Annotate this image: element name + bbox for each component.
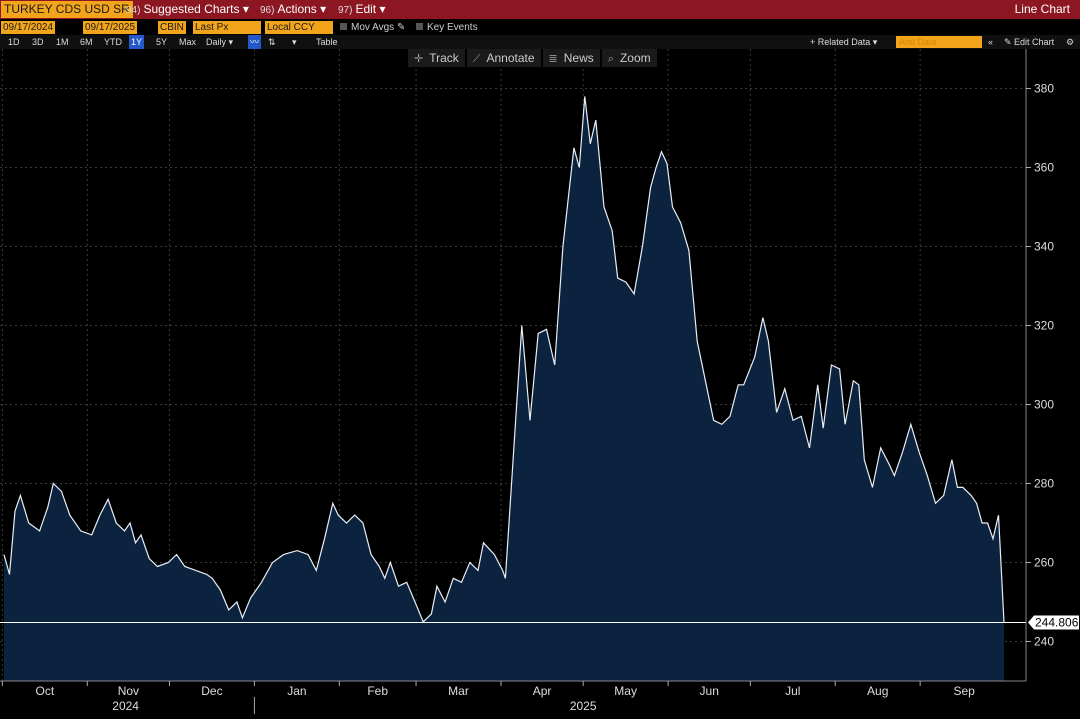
crosshair-icon: ✛ <box>414 53 424 65</box>
x-tick-label: May <box>614 684 637 698</box>
year-label: 2024 <box>112 699 139 713</box>
price-chart[interactable]: 240 260 280 300 320 340 360 380 244.806 Oct Nov Dec… <box>0 0 1080 719</box>
x-tick-label: Oct <box>35 684 54 698</box>
zoom-button[interactable]: ⌕ Zoom <box>601 49 657 67</box>
news-icon: ≣ <box>548 53 558 65</box>
news-button[interactable]: ≣ News <box>542 49 600 67</box>
x-tick-label: Apr <box>533 684 552 698</box>
x-tick-label: Mar <box>448 684 469 698</box>
y-tick-label: 300 <box>1034 398 1054 412</box>
annotate-button[interactable]: ⟋ Annotate <box>466 49 541 67</box>
x-tick-label: Sep <box>953 684 975 698</box>
x-tick-label: Dec <box>201 684 222 698</box>
track-button[interactable]: ✛ Track <box>408 49 465 67</box>
y-tick-label: 280 <box>1034 477 1054 491</box>
x-tick-label: Nov <box>118 684 139 698</box>
y-tick-label: 260 <box>1034 556 1054 570</box>
y-tick-label: 340 <box>1034 240 1054 254</box>
y-tick-label: 360 <box>1034 161 1054 175</box>
y-tick-label: 240 <box>1034 635 1054 649</box>
x-tick-label: Jan <box>287 684 306 698</box>
magnifier-icon: ⌕ <box>607 53 614 65</box>
chart-toolbar: ✛ Track ⟋ Annotate ≣ News ⌕ Zoom <box>408 49 657 67</box>
last-value-label: 244.806 <box>1035 616 1079 630</box>
year-label: 2025 <box>570 699 597 713</box>
y-tick-label: 380 <box>1034 82 1054 96</box>
x-tick-label: Feb <box>367 684 388 698</box>
series-area <box>4 96 1004 681</box>
x-tick-label: Aug <box>867 684 888 698</box>
x-tick-label: Jul <box>785 684 800 698</box>
y-tick-label: 320 <box>1034 319 1054 333</box>
line-tool-icon: ⟋ <box>472 53 481 65</box>
x-tick-label: Jun <box>700 684 719 698</box>
